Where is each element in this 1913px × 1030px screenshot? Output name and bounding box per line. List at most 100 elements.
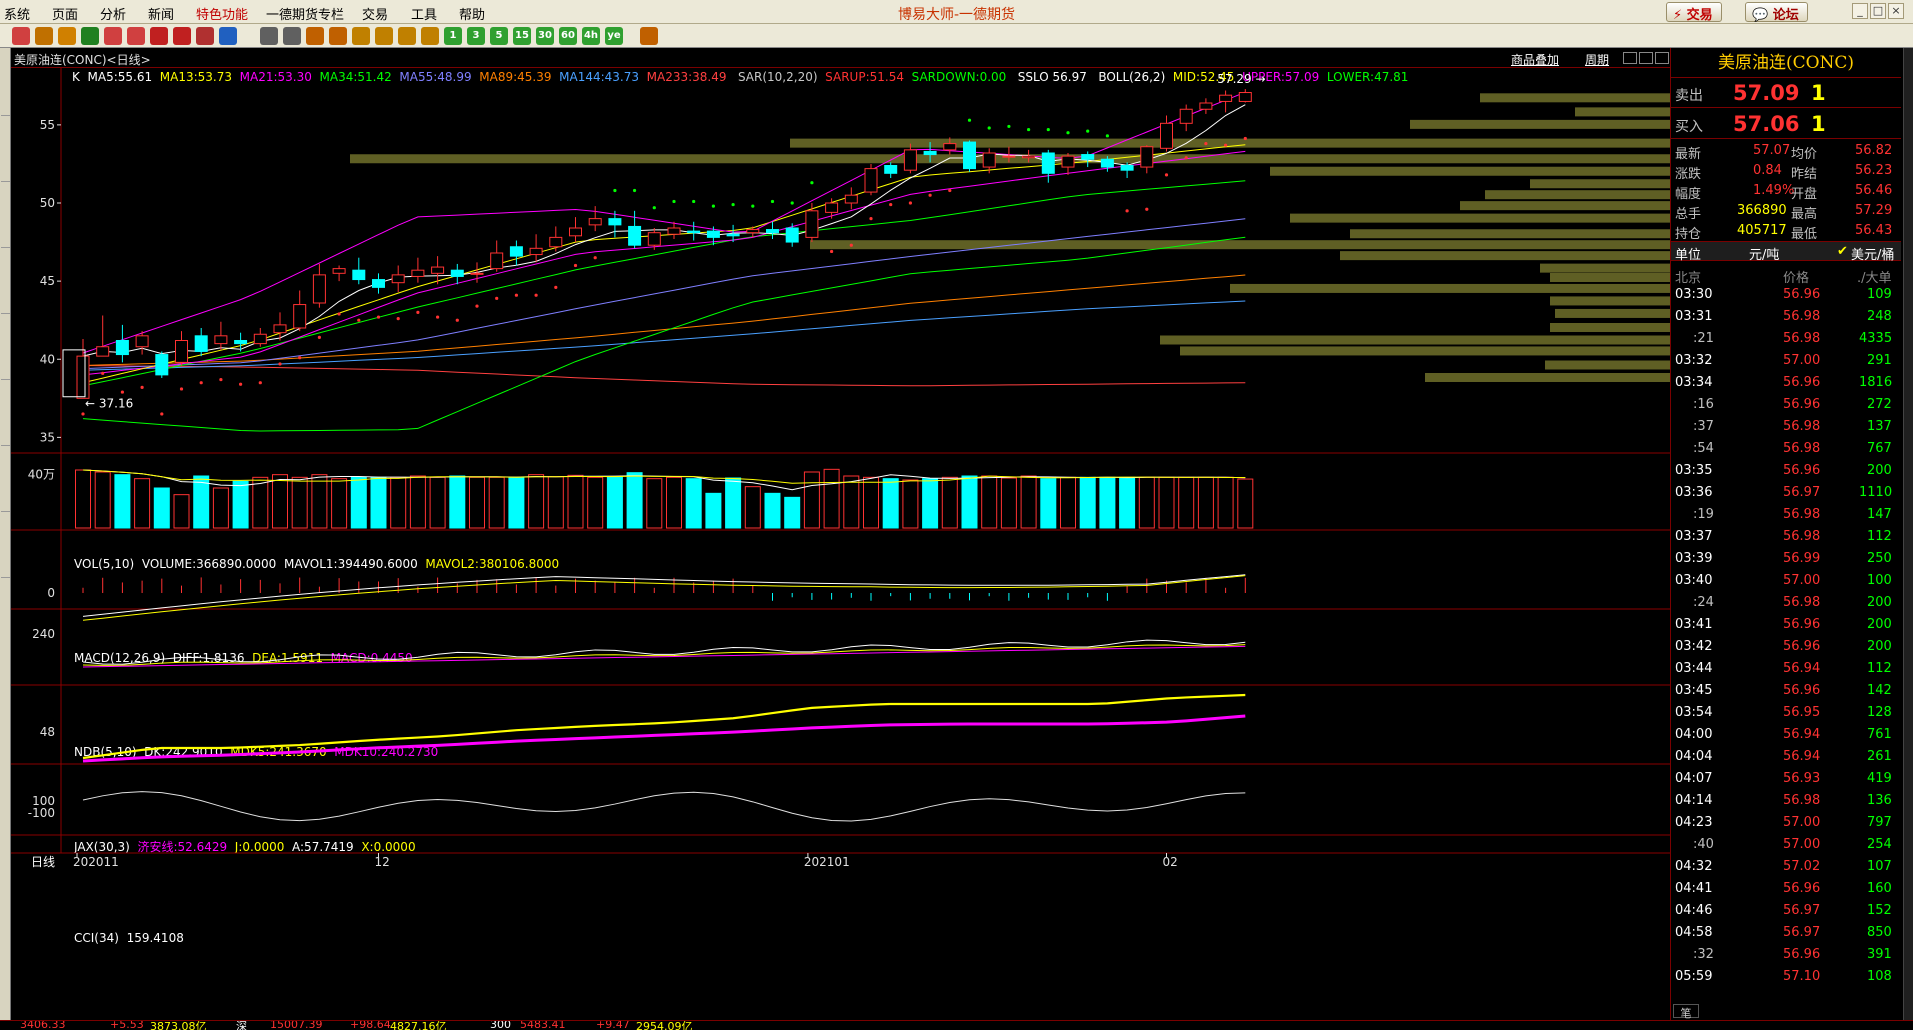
tick-volume: 797	[1867, 815, 1892, 830]
period-5-button[interactable]: 5	[490, 27, 508, 45]
sar-dot	[1184, 156, 1188, 160]
volume-bar	[1158, 476, 1175, 529]
trade-button[interactable]: ⚡ 交易	[1666, 2, 1722, 23]
minute-icon[interactable]	[421, 27, 439, 45]
draw-icon[interactable]	[173, 27, 191, 45]
folder-icon[interactable]	[58, 27, 76, 45]
minimize-button[interactable]: _	[1852, 3, 1868, 19]
candle-body	[490, 252, 504, 270]
unit-value[interactable]: 元/吨	[1749, 244, 1779, 263]
tick-price: 56.98	[1783, 507, 1821, 522]
back-icon[interactable]	[35, 27, 53, 45]
sar-dot	[534, 293, 538, 297]
pen-tab[interactable]: 笔	[1673, 1004, 1699, 1020]
tick-price: 57.10	[1783, 969, 1821, 984]
zoom-in-icon[interactable]	[104, 27, 122, 45]
ticker-icon[interactable]	[306, 27, 324, 45]
sar-dot	[1164, 173, 1169, 177]
news-icon[interactable]	[219, 27, 237, 45]
menu-analysis[interactable]: 分析	[100, 4, 126, 23]
period-year-button[interactable]: ye	[605, 27, 623, 45]
refresh-icon[interactable]	[81, 27, 99, 45]
left-tab-3[interactable]	[1, 184, 10, 248]
sar-dot	[120, 390, 124, 394]
stat-label: 涨跌	[1675, 167, 1702, 182]
menu-yide-column[interactable]: 一德期货专栏	[266, 4, 344, 23]
weekly-icon[interactable]	[375, 27, 393, 45]
left-tab-6[interactable]	[1, 382, 10, 446]
list-icon[interactable]	[283, 27, 301, 45]
menu-help[interactable]: 帮助	[459, 4, 485, 23]
volume-tick-label: 40万	[28, 468, 55, 482]
date-tick-label: 202101	[804, 855, 850, 869]
candle-body	[372, 279, 385, 288]
currency-label[interactable]: 美元/桶	[1851, 244, 1894, 263]
menu-system[interactable]: 系统	[4, 4, 30, 23]
left-tab-7[interactable]	[1, 448, 10, 512]
candle-body	[1140, 146, 1154, 168]
candle-body	[844, 194, 858, 204]
candle-body	[963, 141, 976, 170]
candle-body	[746, 229, 760, 234]
tick-row: 04:04 56.94 261	[1671, 746, 1901, 768]
stat-label: 最高	[1791, 207, 1818, 222]
menu-page[interactable]: 页面	[52, 4, 78, 23]
funnel-icon[interactable]	[196, 27, 214, 45]
forum-button[interactable]: 💬 论坛	[1745, 2, 1808, 23]
daily-icon[interactable]	[352, 27, 370, 45]
menu-features[interactable]: 特色功能	[196, 4, 248, 23]
menu-news[interactable]: 新闻	[148, 4, 174, 23]
tick-volume: 200	[1867, 595, 1892, 610]
grid-icon[interactable]	[260, 27, 278, 45]
period-1-button[interactable]: 1	[444, 27, 462, 45]
period-link[interactable]: 周期	[1585, 51, 1609, 68]
candle-body	[766, 229, 779, 234]
left-tab-5[interactable]	[1, 316, 10, 380]
period-15-button[interactable]: 15	[513, 27, 531, 45]
period-3-button[interactable]: 3	[467, 27, 485, 45]
period-60-button[interactable]: 60	[559, 27, 577, 45]
volume-profile-bar	[1350, 229, 1670, 239]
menu-tools[interactable]: 工具	[411, 4, 437, 23]
intraday-icon[interactable]	[329, 27, 347, 45]
left-tab-4[interactable]	[1, 250, 10, 314]
calculator-icon[interactable]	[640, 27, 658, 45]
tick-price: 56.97	[1783, 903, 1821, 918]
pen-icon[interactable]	[150, 27, 168, 45]
layout-icon-3[interactable]	[1655, 52, 1669, 64]
tick-row: 03:40 57.00 100	[1671, 570, 1901, 592]
maximize-button[interactable]: □	[1870, 3, 1886, 19]
buy-volume: 1	[1811, 112, 1826, 136]
layout-icon-1[interactable]	[1623, 52, 1637, 64]
volume-bar	[469, 476, 485, 529]
layout-icon-2[interactable]	[1639, 52, 1653, 64]
tick-row: 03:44 56.94 112	[1671, 658, 1901, 680]
kline-chart[interactable]: 555045403557.29 →← 37.1640万024048100-100…	[11, 68, 1670, 1020]
left-tab-1[interactable]	[1, 52, 10, 116]
menu-trade[interactable]: 交易	[362, 4, 388, 23]
quote-scrollbar[interactable]	[1903, 48, 1913, 1020]
status-value: +9.47	[596, 1020, 630, 1030]
zoom-out-icon[interactable]	[127, 27, 145, 45]
home-icon[interactable]	[12, 27, 30, 45]
tick-time: 04:32	[1675, 859, 1713, 874]
sar-dot	[1046, 127, 1050, 132]
monthly-icon[interactable]	[398, 27, 416, 45]
currency-check-icon: ✔	[1837, 244, 1848, 259]
candle-body	[923, 150, 937, 156]
sar-dot	[908, 201, 913, 205]
low-price-label: ← 37.16	[85, 397, 133, 411]
volume-bar	[390, 476, 407, 529]
close-button[interactable]: ×	[1888, 3, 1904, 19]
left-tab-2[interactable]	[1, 118, 10, 182]
volume-bar	[961, 475, 978, 529]
candle-body	[726, 233, 740, 237]
add-product-overlay-link[interactable]: 商品叠加	[1511, 51, 1559, 68]
period-4h-button[interactable]: 4h	[582, 27, 600, 45]
period-30-button[interactable]: 30	[536, 27, 554, 45]
left-tab-8[interactable]	[1, 514, 10, 578]
candle-body	[115, 340, 129, 356]
forum-button-label: 论坛	[1772, 8, 1799, 23]
volume-bar	[1138, 476, 1155, 529]
quote-title: 美原油连(CONC)	[1671, 48, 1901, 78]
